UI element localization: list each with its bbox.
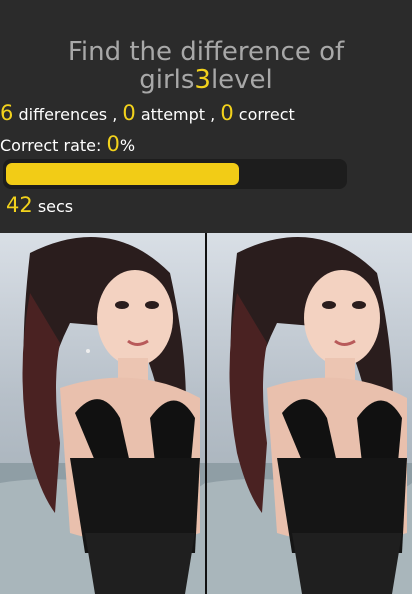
differences-count: 6 (0, 101, 14, 125)
time-progress-bar (3, 159, 347, 189)
timer-unit: secs (32, 197, 74, 216)
title-suffix: level (210, 65, 273, 95)
game-title: Find the difference of girls3level (0, 38, 412, 94)
correct-rate-label: Correct rate: (0, 136, 107, 155)
level-number: 3 (194, 65, 211, 95)
title-line-2: girls3level (0, 66, 412, 94)
photo-right-illustration (207, 233, 412, 594)
correct-rate: Correct rate: 0% (0, 133, 135, 157)
timer: 42 secs (6, 193, 73, 219)
attempt-label: attempt , (135, 105, 221, 124)
correct-rate-unit: % (119, 136, 136, 155)
stats-line: 6 differences , 0 attempt , 0 correct (0, 102, 295, 126)
correct-label: correct (233, 105, 295, 124)
timer-value: 42 (6, 193, 33, 217)
differences-label: differences , (13, 105, 123, 124)
correct-count: 0 (220, 101, 234, 125)
correct-rate-value: 0 (106, 132, 120, 156)
attempt-count: 0 (122, 101, 136, 125)
title-prefix: girls (139, 65, 195, 95)
photo-left[interactable] (0, 233, 205, 594)
photo-right[interactable] (207, 233, 412, 594)
title-line-1: Find the difference of (67, 37, 345, 67)
time-progress-fill (6, 163, 239, 185)
photo-left-illustration (0, 233, 205, 594)
